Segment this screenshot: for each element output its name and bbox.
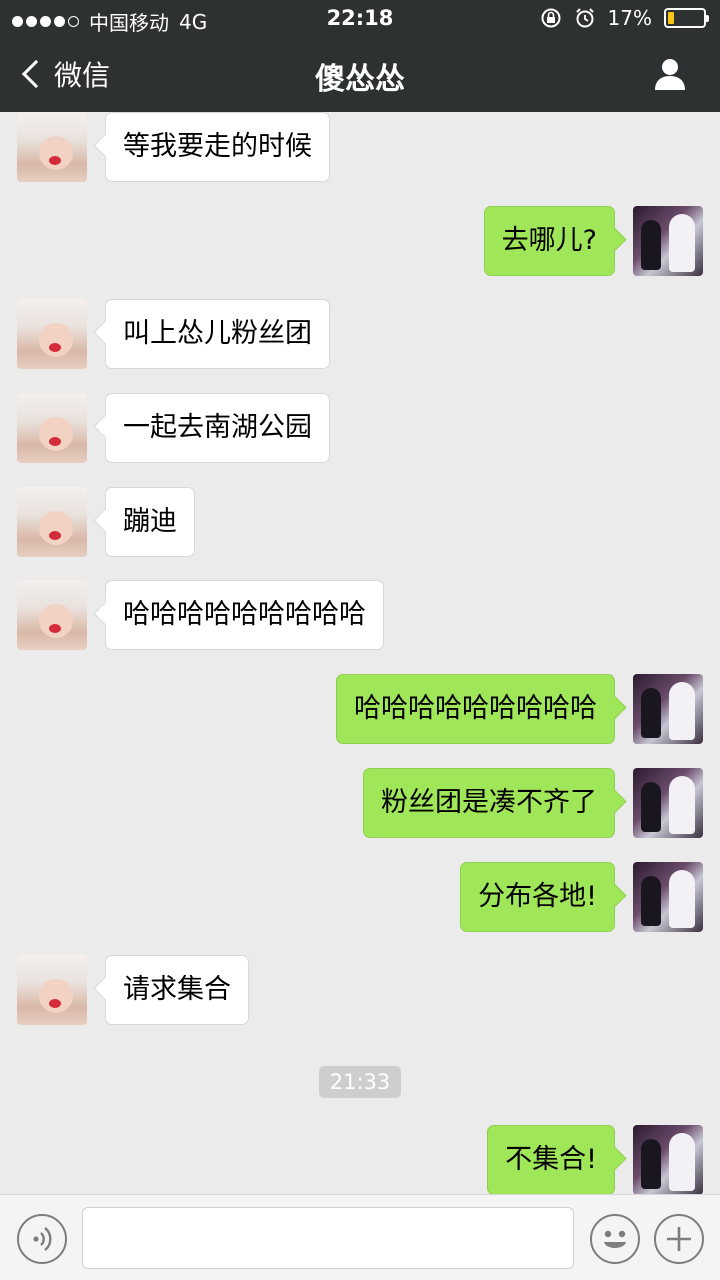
message-bubble[interactable]: 去哪儿?: [483, 206, 615, 276]
contact-avatar[interactable]: [17, 580, 87, 650]
orientation-lock-icon: [541, 8, 561, 28]
battery-level-fill: [668, 12, 674, 24]
chat-area[interactable]: 等我要走的时候 去哪儿? 叫上怂儿粉丝团 一起去南湖公园 蹦迪 哈哈哈哈哈哈哈哈哈 哈哈哈哈…: [0, 112, 720, 1194]
plus-icon: [667, 1227, 691, 1251]
nav-bar: 微信 傻怂怂: [0, 38, 720, 112]
battery-icon: [664, 8, 709, 28]
my-avatar[interactable]: [633, 206, 703, 276]
message-bubble[interactable]: 请求集合: [105, 955, 249, 1025]
message-bubble[interactable]: 哈哈哈哈哈哈哈哈哈: [105, 580, 384, 650]
emoji-icon: [604, 1230, 626, 1248]
timestamp-label: 21:33: [318, 1066, 402, 1098]
message-bubble[interactable]: 分布各地!: [460, 862, 615, 932]
message-bubble[interactable]: 叫上怂儿粉丝团: [105, 299, 330, 369]
chat-title: 傻怂怂: [315, 62, 405, 97]
contact-avatar[interactable]: [17, 955, 87, 1025]
message-input[interactable]: [82, 1207, 574, 1269]
contact-avatar[interactable]: [17, 299, 87, 369]
my-avatar[interactable]: [633, 674, 703, 744]
contact-avatar[interactable]: [17, 487, 87, 557]
battery-percent: 17%: [607, 6, 652, 30]
emoji-button[interactable]: [590, 1214, 640, 1264]
message-bubble[interactable]: 等我要走的时候: [105, 112, 330, 182]
status-right: 17%: [540, 6, 709, 30]
message-bubble[interactable]: 粉丝团是凑不齐了: [363, 768, 615, 838]
my-avatar[interactable]: [633, 768, 703, 838]
contact-avatar[interactable]: [17, 112, 87, 182]
message-bubble[interactable]: 哈哈哈哈哈哈哈哈哈: [336, 674, 615, 744]
plus-button[interactable]: [654, 1214, 704, 1264]
message-bubble[interactable]: 蹦迪: [105, 487, 195, 557]
input-bar: [0, 1194, 720, 1280]
my-avatar[interactable]: [633, 862, 703, 932]
alarm-icon: [575, 8, 594, 28]
voice-button[interactable]: [17, 1214, 67, 1264]
message-bubble[interactable]: 不集合!: [487, 1125, 615, 1194]
person-icon[interactable]: [652, 56, 688, 92]
status-bar: 中国移动 4G 22:18 17%: [0, 0, 720, 38]
contact-avatar[interactable]: [17, 393, 87, 463]
timestamp: 21:33: [0, 1066, 720, 1098]
my-avatar[interactable]: [633, 1125, 703, 1194]
voice-icon: [33, 1227, 52, 1251]
message-bubble[interactable]: 一起去南湖公园: [105, 393, 330, 463]
top-bar: 中国移动 4G 22:18 17% 微信 傻怂怂: [0, 0, 720, 112]
